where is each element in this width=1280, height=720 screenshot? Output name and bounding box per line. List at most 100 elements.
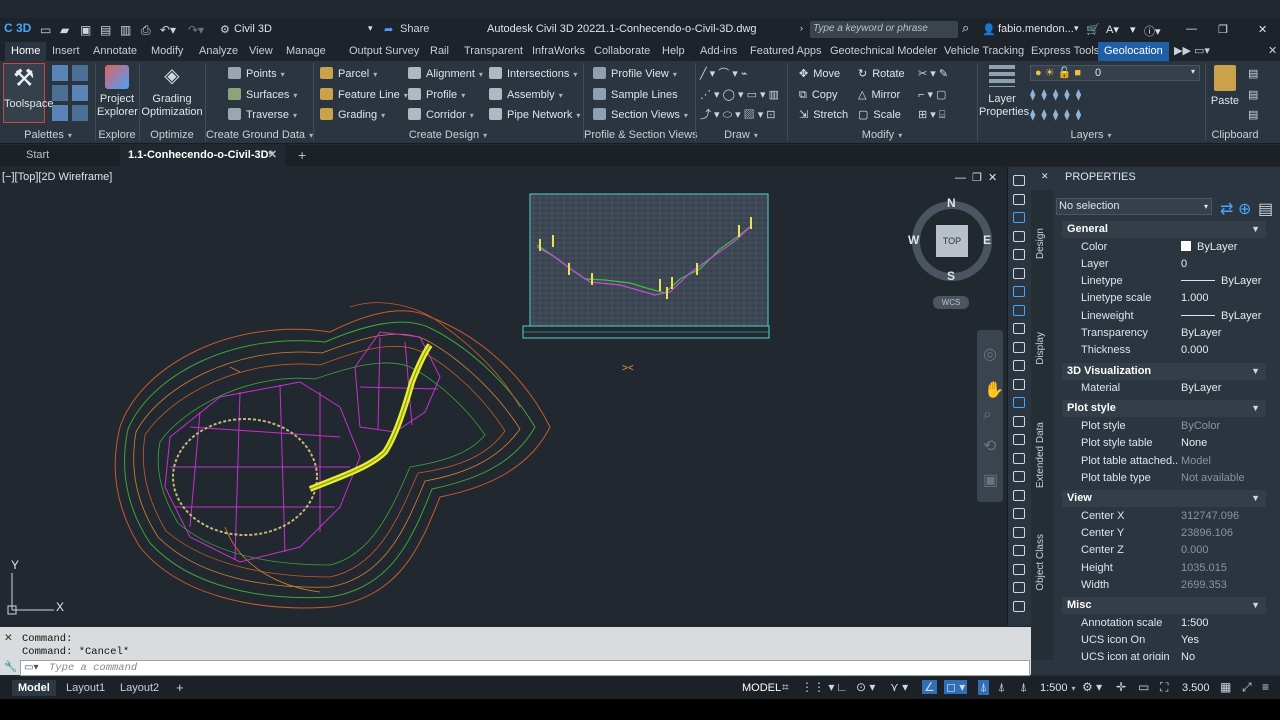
property-row[interactable]: UCS icon On Yes <box>1062 632 1266 649</box>
property-row[interactable]: Plot style table None <box>1062 435 1266 452</box>
tool-strip-icon[interactable] <box>1013 360 1025 371</box>
viewcube-top-face[interactable]: TOP <box>936 225 968 257</box>
section-views-button[interactable]: Section Views ▾ <box>593 107 688 123</box>
workspace-select[interactable]: Civil 3D <box>234 23 374 35</box>
project-explorer-button[interactable]: Project Explorer <box>97 65 138 119</box>
property-row[interactable]: Lineweight ByLayer <box>1062 308 1266 325</box>
collapse-chevron-icon[interactable]: ▼ <box>1251 597 1260 614</box>
tool-strip-icon[interactable] <box>1013 489 1025 501</box>
steering-wheel-icon[interactable]: ◎ <box>983 344 997 364</box>
corridor-button[interactable]: Corridor ▾ <box>408 107 474 123</box>
undo-icon[interactable]: ↶▾ <box>160 23 176 37</box>
user-chevron-icon[interactable]: ▾ <box>1074 23 1079 34</box>
tool-strip-icon[interactable] <box>1013 286 1025 297</box>
command-input[interactable]: Type a command <box>49 662 137 674</box>
draw-panel-title[interactable]: Draw ▾ <box>696 127 786 144</box>
tab-rail[interactable]: Rail <box>424 42 455 61</box>
tab-collaborate[interactable]: Collaborate <box>588 42 656 61</box>
profile-view-graph[interactable] <box>522 193 770 339</box>
property-row[interactable]: Height 1035.015 <box>1062 560 1266 577</box>
wcs-menu[interactable]: WCS <box>933 296 969 309</box>
stretch-button[interactable]: ⇲ Stretch <box>799 107 848 123</box>
collapse-chevron-icon[interactable]: ▼ <box>1251 363 1260 380</box>
tab-infraworks[interactable]: InfraWorks <box>526 42 591 61</box>
command-recent-icon[interactable]: ▭▾ <box>24 662 38 673</box>
dropdown-icon[interactable]: ▾ <box>1130 23 1136 36</box>
annotation-scale[interactable]: 1:500 ▾ <box>1034 680 1082 696</box>
property-category[interactable]: Misc ▼ <box>1062 597 1266 615</box>
property-row[interactable]: Plot table attached... Model <box>1062 453 1266 470</box>
showmotion-icon[interactable]: ▣ <box>983 470 998 490</box>
property-category[interactable]: Plot style ▼ <box>1062 400 1266 418</box>
property-row[interactable]: Plot table type Not available <box>1062 470 1266 487</box>
collapse-chevron-icon[interactable]: ▼ <box>1251 221 1260 238</box>
customize-icon[interactable]: ≡ <box>1262 680 1269 694</box>
new-icon[interactable]: ▭ <box>40 23 51 37</box>
side-tab-display[interactable]: Display <box>1035 332 1046 365</box>
polyline-tool-icon[interactable]: ⋰ ▾ ◯ ▾ ▭ ▾ ▥ <box>700 87 779 103</box>
sheet-set-icon[interactable] <box>72 105 88 121</box>
command-customize-icon[interactable]: 🔧 <box>4 660 17 673</box>
workspace-gear-icon[interactable]: ⚙ <box>220 23 230 36</box>
snap-icon[interactable]: ⋮⋮ ▾ <box>801 680 834 694</box>
tool-strip-icon[interactable] <box>1013 249 1025 260</box>
toolspace-button[interactable]: ⚒ Toolspace <box>3 63 54 123</box>
scale-button[interactable]: ▢ Scale <box>858 107 901 123</box>
ribbon-close-icon[interactable]: ✕ <box>1262 42 1280 61</box>
quick-select-icon[interactable]: ▤ <box>1258 199 1273 219</box>
layer-properties-button[interactable]: Layer Properties <box>979 65 1029 119</box>
tool-strip-icon[interactable] <box>1013 397 1025 408</box>
app-restore-icon[interactable]: ❐ <box>1218 23 1228 36</box>
design-center-icon[interactable] <box>52 105 68 121</box>
spline-tool-icon[interactable]: ⤴ ▾ ⬭ ▾ ▨ ▾ ⊡ <box>700 107 776 123</box>
fullscreen-icon[interactable]: ⤢ <box>1242 680 1252 695</box>
select-objects-icon[interactable]: ⊕ <box>1238 199 1251 219</box>
drawing-tab[interactable]: 1.1-Conhecendo-o-Civil-3D* ✕ <box>120 145 285 166</box>
layers-panel-title[interactable]: Layers ▾ <box>978 127 1204 144</box>
line-tool-icon[interactable]: ╱ ▾ ⌒ ▾ ⌁ <box>700 66 748 82</box>
a360-icon[interactable]: A▾ <box>1106 23 1119 36</box>
tool-strip-icon[interactable] <box>1013 563 1025 575</box>
settings-palette-icon[interactable] <box>72 65 88 81</box>
tab-modify[interactable]: Modify <box>145 42 189 61</box>
tool-strip-icon[interactable] <box>1013 193 1025 205</box>
save-web-icon[interactable]: ▤ <box>100 23 111 37</box>
paste-button[interactable]: Paste <box>1207 65 1243 108</box>
fillet-icon[interactable]: ⌐ ▾ ▢ <box>918 87 946 103</box>
match-props-icon[interactable]: ▤ <box>1248 107 1258 123</box>
property-row[interactable]: Linetype scale 1.000 <box>1062 290 1266 307</box>
tool-strip-icon[interactable] <box>1013 526 1025 538</box>
parcel-button[interactable]: Parcel ▾ <box>320 66 377 82</box>
isodraft-icon[interactable]: ⋎ ▾ <box>890 680 908 694</box>
tool-strip-icon[interactable] <box>1013 582 1025 593</box>
tab-view[interactable]: View <box>243 42 279 61</box>
cart-icon[interactable]: 🛒 <box>1086 23 1100 36</box>
ribbon-overflow-icon[interactable]: ▶▶ ▭▾ <box>1168 42 1216 61</box>
rotate-button[interactable]: ↻ Rotate <box>858 66 905 82</box>
design-panel-title[interactable]: Create Design ▾ <box>314 127 582 144</box>
drawing-viewport[interactable]: [−][Top][2D Wireframe] — ❐ ✕ >< Y X TOP … <box>0 167 1007 626</box>
layout-tab-layout1[interactable]: Layout1 <box>60 680 111 696</box>
collapse-chevron-icon[interactable]: ▼ <box>1251 400 1260 417</box>
tool-strip-icon[interactable] <box>1013 452 1025 464</box>
cut-icon[interactable]: ▤ <box>1248 66 1258 82</box>
toolpalette-icon[interactable] <box>52 85 68 101</box>
isolate-icon[interactable]: ⛶ <box>1160 680 1168 695</box>
compass-south[interactable]: S <box>947 269 955 283</box>
profile-view-button[interactable]: Profile View ▾ <box>593 66 677 82</box>
save-icon[interactable]: ▣ <box>80 23 91 37</box>
compass-east[interactable]: E <box>983 233 991 247</box>
tool-strip-icon[interactable] <box>1013 545 1025 556</box>
sample-lines-button[interactable]: Sample Lines <box>593 87 678 103</box>
workspace-chevron-icon[interactable]: ▾ <box>368 23 373 34</box>
profile-button[interactable]: Profile ▾ <box>408 87 465 103</box>
pipe-network-button[interactable]: Pipe Network ▾ <box>489 107 580 123</box>
object-snap-icon[interactable]: ◻ ▾ <box>944 680 968 694</box>
tab-vehicle-tracking[interactable]: Vehicle Tracking <box>938 42 1030 61</box>
annotation-icon[interactable]: ⍋ <box>1020 680 1027 695</box>
toggle-pickadd-icon[interactable]: ⇄ <box>1220 199 1233 219</box>
traverse-button[interactable]: Traverse ▾ <box>228 107 297 123</box>
user-icon[interactable]: 👤 <box>982 23 996 36</box>
alignment-button[interactable]: Alignment ▾ <box>408 66 483 82</box>
app-logo[interactable]: C 3D <box>4 21 31 35</box>
